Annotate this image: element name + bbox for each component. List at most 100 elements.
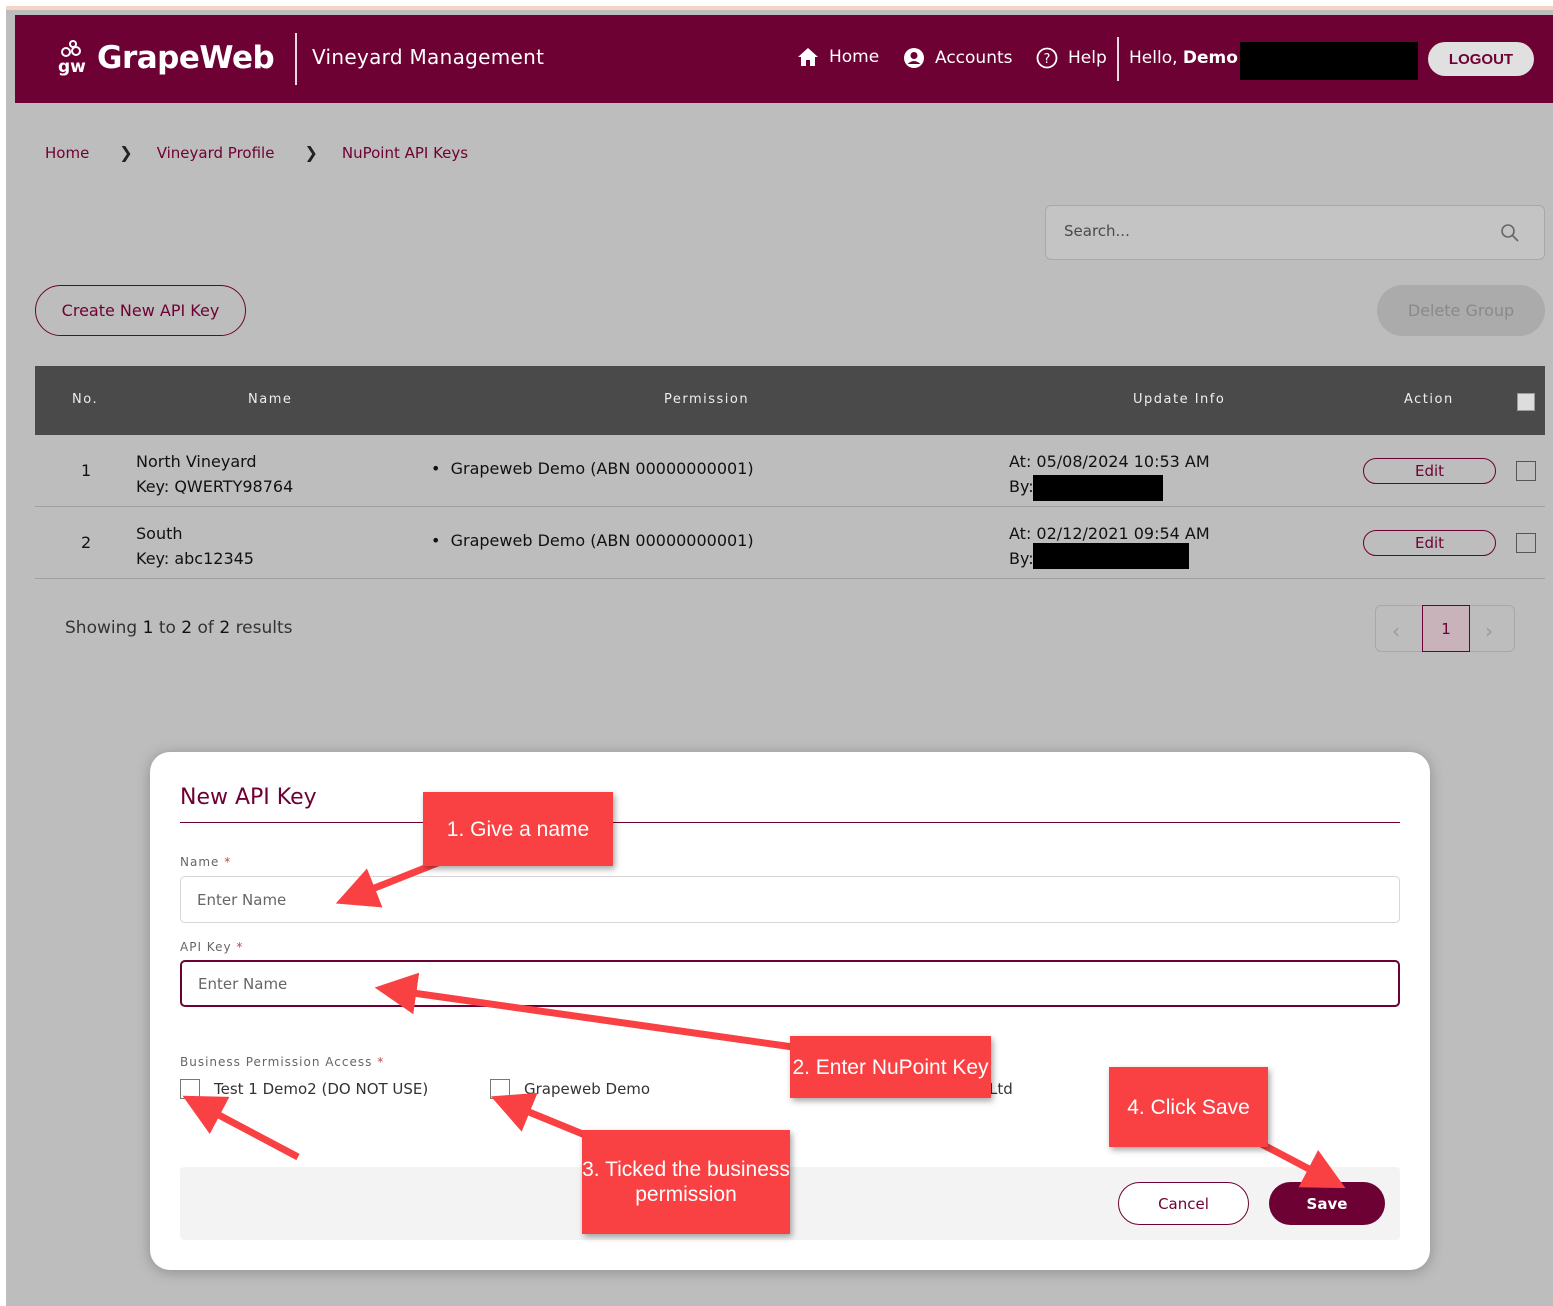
business-permission-label: Business Permission Access * bbox=[180, 1055, 384, 1069]
permission-text: Grapeweb Demo (ABN 00000000001) bbox=[450, 459, 754, 478]
page-button-current[interactable]: 1 bbox=[1422, 605, 1470, 652]
required-mark: * bbox=[377, 1055, 385, 1069]
summary-prefix: Showing bbox=[65, 618, 138, 638]
top-header: gw GrapeWeb Vineyard Management Home Acc… bbox=[15, 15, 1553, 103]
delete-group-button[interactable]: Delete Group bbox=[1377, 285, 1545, 336]
row-name: North Vineyard bbox=[136, 452, 257, 471]
breadcrumb: Home ❯ Vineyard Profile ❯ NuPoint API Ke… bbox=[45, 143, 468, 162]
row-checkbox[interactable] bbox=[1516, 533, 1536, 553]
pagination: ‹ 1 › bbox=[1375, 605, 1515, 652]
column-header-name: Name bbox=[248, 392, 293, 407]
edit-button[interactable]: Edit bbox=[1363, 458, 1496, 484]
search-box bbox=[1045, 205, 1545, 260]
table-header: No. Name Permission Update Info Action bbox=[35, 366, 1545, 435]
summary-results-word: results bbox=[235, 618, 293, 638]
summary-total: 2 bbox=[219, 618, 231, 638]
svg-text:gw: gw bbox=[58, 57, 86, 77]
help-circle-icon: ? bbox=[1036, 47, 1058, 69]
search-input[interactable] bbox=[1064, 222, 1464, 240]
annotation-step-3: 3. Ticked the business permission bbox=[582, 1130, 790, 1234]
permission-checkbox[interactable] bbox=[490, 1079, 510, 1099]
new-api-key-dialog: New API Key Name * API Key * Business Pe… bbox=[150, 752, 1430, 1270]
row-permission: • Grapeweb Demo (ABN 00000000001) bbox=[431, 459, 754, 478]
annotation-step-4: 4. Click Save bbox=[1109, 1067, 1268, 1147]
dialog-title: New API Key bbox=[180, 785, 317, 810]
row-name-cell: South Key: abc12345 bbox=[136, 521, 254, 571]
breadcrumb-vineyard-profile[interactable]: Vineyard Profile bbox=[157, 144, 275, 162]
breadcrumb-nupoint-api-keys[interactable]: NuPoint API Keys bbox=[342, 144, 468, 162]
row-key: Key: abc12345 bbox=[136, 549, 254, 568]
nav-help[interactable]: ? Help bbox=[1036, 47, 1107, 69]
required-mark: * bbox=[224, 855, 232, 869]
row-number: 1 bbox=[81, 461, 92, 480]
select-all-checkbox[interactable] bbox=[1517, 393, 1535, 411]
name-field-label: Name * bbox=[180, 855, 231, 869]
row-number: 2 bbox=[81, 533, 92, 552]
permission-option-label: Grapeweb Demo bbox=[524, 1080, 651, 1098]
name-label-text: Name bbox=[180, 855, 220, 869]
redaction-block bbox=[1033, 475, 1163, 501]
chevron-right-icon: ❯ bbox=[304, 143, 318, 162]
table-row: 1 North Vineyard Key: QWERTY98764 • Grap… bbox=[35, 435, 1545, 507]
column-header-permission: Permission bbox=[664, 392, 750, 407]
row-name: South bbox=[136, 524, 183, 543]
row-key: Key: QWERTY98764 bbox=[136, 477, 294, 496]
grape-logo-icon: gw bbox=[58, 40, 86, 77]
name-input[interactable] bbox=[180, 876, 1400, 923]
greeting-prefix: Hello, bbox=[1129, 48, 1178, 68]
cancel-button[interactable]: Cancel bbox=[1118, 1182, 1249, 1225]
create-new-api-key-button[interactable]: Create New API Key bbox=[35, 285, 246, 336]
permission-option-label: Ltd bbox=[989, 1080, 1013, 1098]
permission-option[interactable]: Grapeweb Demo bbox=[490, 1079, 650, 1099]
redaction-block bbox=[1240, 42, 1418, 80]
column-header-no: No. bbox=[72, 392, 99, 407]
permission-option-label: Test 1 Demo2 (DO NOT USE) bbox=[214, 1080, 429, 1098]
api-keys-table: No. Name Permission Update Info Action 1… bbox=[35, 366, 1545, 579]
brand-name: GrapeWeb bbox=[97, 40, 275, 76]
summary-of-word: of bbox=[197, 618, 214, 638]
nav-accounts-label: Accounts bbox=[935, 48, 1013, 68]
previous-page-icon[interactable]: ‹ bbox=[1392, 619, 1400, 643]
api-key-label-text: API Key bbox=[180, 940, 232, 954]
summary-to: 2 bbox=[181, 618, 193, 638]
nav-home[interactable]: Home bbox=[797, 47, 879, 67]
permission-label-text: Business Permission Access bbox=[180, 1055, 373, 1069]
user-greeting: Hello, Demo V bbox=[1129, 48, 1257, 68]
permission-checkbox[interactable] bbox=[180, 1079, 200, 1099]
api-key-field-label: API Key * bbox=[180, 940, 243, 954]
updated-at: At: 05/08/2024 10:53 AM bbox=[1009, 452, 1210, 471]
permission-text: Grapeweb Demo (ABN 00000000001) bbox=[450, 531, 754, 550]
nav-home-label: Home bbox=[829, 47, 880, 67]
summary-from: 1 bbox=[142, 618, 154, 638]
home-icon bbox=[798, 48, 818, 66]
grapeweb-logo[interactable]: gw GrapeWeb bbox=[55, 33, 275, 83]
column-header-action: Action bbox=[1404, 392, 1454, 407]
app-title: Vineyard Management bbox=[312, 45, 545, 69]
column-header-update-info: Update Info bbox=[1133, 392, 1226, 407]
search-icon[interactable] bbox=[1500, 223, 1520, 243]
account-circle-icon bbox=[904, 48, 924, 68]
redaction-block bbox=[1033, 543, 1189, 569]
title-divider bbox=[180, 822, 1400, 823]
summary-to-word: to bbox=[158, 618, 176, 638]
chevron-right-icon: ❯ bbox=[119, 143, 133, 162]
header-divider bbox=[295, 33, 297, 85]
logout-button[interactable]: LOGOUT bbox=[1428, 42, 1534, 76]
api-key-input[interactable] bbox=[180, 960, 1400, 1007]
next-page-icon[interactable]: › bbox=[1485, 619, 1493, 643]
header-divider bbox=[1117, 37, 1119, 81]
nav-help-label: Help bbox=[1068, 48, 1107, 68]
permission-option[interactable]: Test 1 Demo2 (DO NOT USE) bbox=[180, 1079, 428, 1099]
edit-button[interactable]: Edit bbox=[1363, 530, 1496, 556]
breadcrumb-home[interactable]: Home bbox=[45, 144, 89, 162]
nav-accounts[interactable]: Accounts bbox=[903, 47, 1013, 69]
svg-text:?: ? bbox=[1044, 52, 1051, 67]
row-permission: • Grapeweb Demo (ABN 00000000001) bbox=[431, 531, 754, 550]
table-row: 2 South Key: abc12345 • Grapeweb Demo (A… bbox=[35, 507, 1545, 579]
annotation-step-1: 1. Give a name bbox=[423, 792, 613, 866]
save-button[interactable]: Save bbox=[1269, 1182, 1385, 1225]
required-mark: * bbox=[236, 940, 244, 954]
row-checkbox[interactable] bbox=[1516, 461, 1536, 481]
results-summary: Showing 1 to 2 of 2 results bbox=[65, 618, 293, 638]
row-name-cell: North Vineyard Key: QWERTY98764 bbox=[136, 449, 293, 499]
